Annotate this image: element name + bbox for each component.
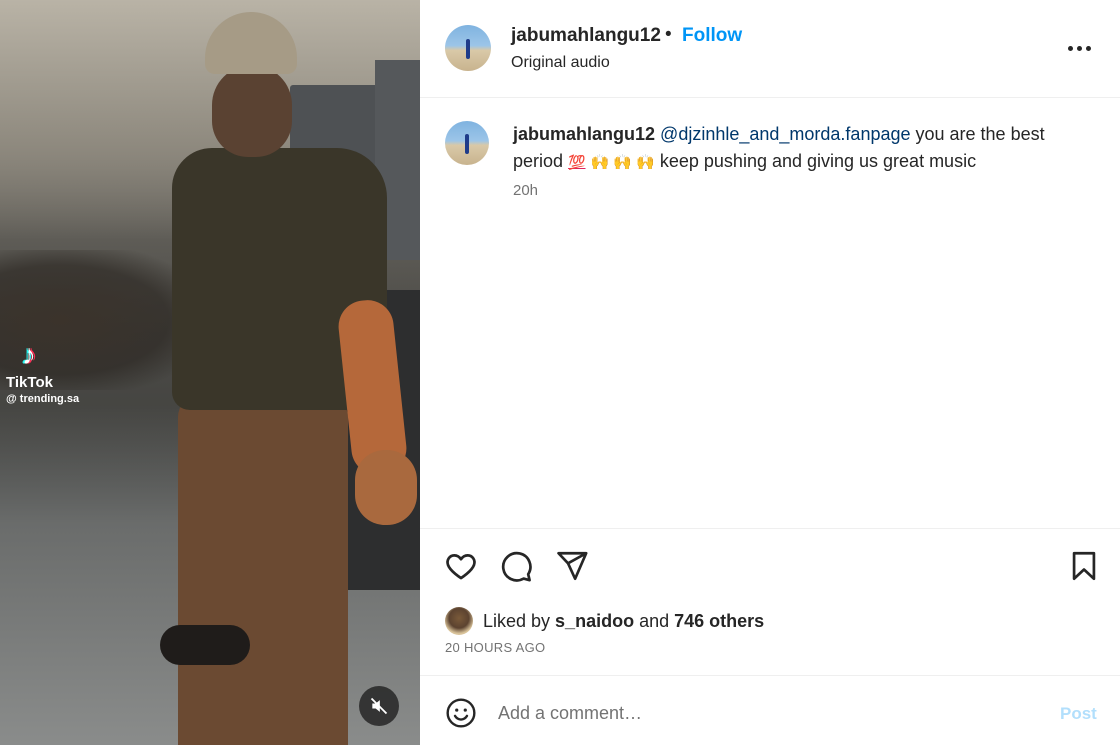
author-username[interactable]: jabumahlangu12 — [511, 25, 661, 47]
post-media-video[interactable]: ♪ TikTok @ trending.sa — [0, 0, 420, 745]
heart-icon[interactable] — [444, 549, 478, 583]
bookmark-icon[interactable] — [1067, 549, 1101, 583]
speaker-muted-icon — [370, 697, 388, 715]
raised-hands-emoji: 🙌 🙌 🙌 — [590, 154, 655, 171]
paper-plane-icon[interactable] — [555, 549, 589, 583]
likes-others-link[interactable]: 746 others — [674, 611, 764, 631]
tiktok-watermark: ♪ TikTok @ trending.sa — [6, 339, 96, 406]
person-head — [212, 65, 292, 157]
person-hand — [355, 450, 417, 525]
comment-mention-link[interactable]: @djzinhle_and_morda.fanpage — [660, 124, 910, 144]
likes-summary: Liked by s_naidoo and 746 others — [445, 606, 764, 636]
comment-timestamp[interactable]: 20h — [513, 182, 538, 199]
person-pants — [178, 395, 348, 745]
tiktok-brand-text: TikTok — [6, 374, 53, 391]
mute-toggle-button[interactable] — [359, 686, 399, 726]
author-avatar[interactable] — [445, 25, 491, 71]
comment-text: jabumahlangu12 @djzinhle_and_morda.fanpa… — [513, 121, 1093, 176]
likes-text: Liked by s_naidoo and 746 others — [483, 611, 764, 632]
liker-avatar[interactable] — [445, 607, 473, 635]
likes-prefix: Liked by — [483, 610, 556, 631]
liker-username[interactable]: s_naidoo — [555, 611, 634, 631]
add-comment-bar: Post — [420, 675, 1120, 745]
tiktok-logo-icon: ♪ — [22, 339, 36, 370]
likes-middle: and — [634, 610, 675, 631]
comment-username[interactable]: jabumahlangu12 — [513, 124, 655, 144]
comment-author-avatar[interactable] — [445, 121, 489, 165]
comment-text-part-2: keep pushing and giving us great music — [654, 151, 977, 171]
audio-link[interactable]: Original audio — [511, 54, 610, 72]
header-separator: • — [665, 24, 672, 45]
post-actions-bar — [420, 528, 1120, 604]
follow-button[interactable]: Follow — [682, 25, 742, 47]
post-comment-button[interactable]: Post — [1060, 704, 1097, 724]
post-timestamp[interactable]: 20 HOURS AGO — [445, 640, 545, 655]
more-options-icon[interactable] — [1068, 38, 1094, 58]
smiley-icon[interactable] — [445, 697, 477, 729]
post-details-panel: jabumahlangu12 • Follow Original audio j… — [420, 0, 1120, 745]
comment-bubble-icon[interactable] — [499, 549, 533, 583]
post-header: jabumahlangu12 • Follow Original audio — [420, 0, 1120, 98]
comment-input[interactable] — [498, 696, 1038, 730]
person-shoe — [160, 625, 250, 665]
hundred-points-emoji: 💯 — [568, 154, 586, 170]
tiktok-handle-text: @ trending.sa — [6, 393, 80, 405]
